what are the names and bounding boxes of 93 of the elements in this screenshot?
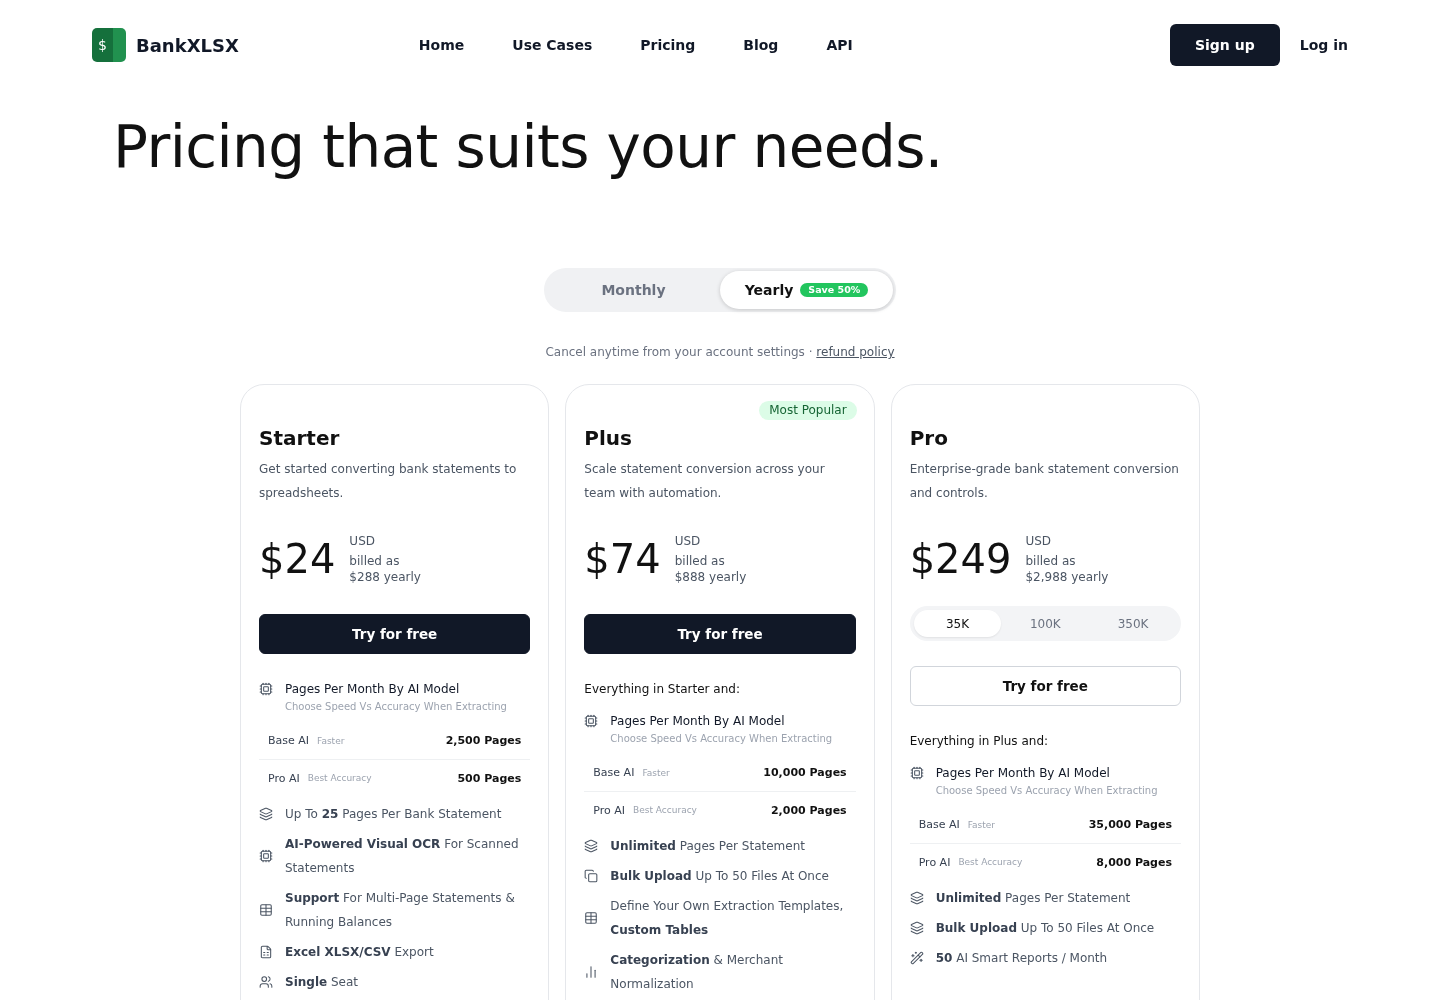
feature-subtitle: Choose Speed Vs Accuracy When Extracting <box>285 700 507 714</box>
spreadsheet-file-icon <box>259 945 273 959</box>
popular-badge: Most Popular <box>759 401 857 420</box>
feature-text: Bulk Upload Up To 50 Files At Once <box>935 920 1155 937</box>
feature-text: Bulk Upload Up To 50 Files At Once <box>610 868 829 885</box>
feature-title: Pages Per Month By AI Model <box>610 713 786 730</box>
refund-policy-link[interactable]: refund policy <box>816 345 895 359</box>
cancel-note: Cancel anytime from your account settings · refund policy <box>545 344 895 361</box>
price-amount: $74 <box>584 539 661 579</box>
chip-icon <box>909 766 924 780</box>
model-tag: Best Accuracy <box>307 773 372 783</box>
model-name: Pro AI <box>268 771 300 785</box>
try-button[interactable]: Try for free <box>259 614 531 654</box>
feature-text: Unlimited Pages Per Statement <box>610 838 805 855</box>
layers-icon <box>584 839 599 853</box>
model-name: Base AI <box>268 734 310 747</box>
users-icon <box>259 975 273 989</box>
chip-icon <box>259 682 273 696</box>
price-currency: USD <box>674 533 701 549</box>
billing-total: $888 yearly <box>674 569 747 585</box>
nav-link[interactable]: API <box>826 37 853 53</box>
volume-option[interactable]: 350K <box>1089 610 1177 637</box>
billing-text: billed as <box>349 553 400 569</box>
logo-mark: $ <box>92 28 126 62</box>
chip-icon <box>584 714 599 728</box>
model-tag: Best Accuracy <box>633 805 697 815</box>
feature-text: AI-Powered Visual OCR For Scanned Statements <box>285 836 520 877</box>
layers-icon <box>909 891 924 905</box>
copy-icon <box>584 869 599 883</box>
model-name: Base AI <box>918 818 960 831</box>
try-button[interactable]: Try for free <box>909 666 1181 706</box>
price-currency: USD <box>1025 533 1052 549</box>
model-name: Pro AI <box>593 803 626 817</box>
billing-total: $2,988 yearly <box>1025 569 1109 585</box>
save-badge: Save 50% <box>800 283 869 297</box>
billing-text: billed as <box>1025 553 1076 569</box>
volume-option[interactable]: 100K <box>1001 610 1090 637</box>
billing-option[interactable]: Monthly <box>547 271 720 309</box>
feature-text: Define Your Own Extraction Templates, Custom Tables <box>610 898 845 939</box>
model-tag: Faster <box>967 819 996 830</box>
page-title: Pricing that suits your needs. <box>113 112 944 182</box>
features-heading: Everything in Plus and: <box>909 733 1050 750</box>
feature-text: Single Seat <box>285 974 358 991</box>
price-amount: $249 <box>909 539 1012 579</box>
chip-icon <box>259 849 273 863</box>
model-pages: 2,500 Pages <box>445 734 522 747</box>
billing-text: billed as <box>674 553 725 569</box>
feature-text: Categorization & Merchant Normalization <box>610 952 784 993</box>
model-pages: 500 Pages <box>457 771 522 785</box>
feature-title: Pages Per Month By AI Model <box>285 681 461 698</box>
feature-subtitle: Choose Speed Vs Accuracy When Extracting <box>610 732 833 746</box>
try-button[interactable]: Try for free <box>584 614 856 654</box>
feature-text: Excel XLSX/CSV Export <box>285 944 434 961</box>
table-icon <box>259 903 273 917</box>
magic-wand-icon <box>909 951 924 965</box>
nav-link[interactable]: Blog <box>743 37 779 53</box>
plan-description: Scale statement conversion across your team with automation. <box>584 461 826 502</box>
model-name: Pro AI <box>918 855 951 869</box>
plan-title: Plus <box>584 426 633 450</box>
plan-title: Starter <box>259 426 341 450</box>
model-pages: 8,000 Pages <box>1096 855 1172 869</box>
brand-name: BankXLSX <box>136 34 239 56</box>
model-tag: Best Accuracy <box>958 857 1023 867</box>
billing-option[interactable]: Yearly Save 50% <box>720 271 893 309</box>
feature-text: Support For Multi-Page Statements & Running Balances <box>285 890 516 931</box>
feature-text: 50 AI Smart Reports / Month <box>935 950 1108 967</box>
layers-icon <box>909 921 924 935</box>
feature-subtitle: Choose Speed Vs Accuracy When Extracting <box>935 784 1158 798</box>
nav-link[interactable]: Home <box>418 37 465 53</box>
plan-description: Enterprise-grade bank statement conversion and controls. <box>909 461 1180 502</box>
model-pages: 2,000 Pages <box>770 803 847 817</box>
price-currency: USD <box>349 533 375 549</box>
feature-title: Pages Per Month By AI Model <box>935 765 1111 782</box>
table-icon <box>584 911 599 925</box>
model-pages: 10,000 Pages <box>763 766 847 779</box>
nav-link[interactable]: Use Cases <box>512 37 593 53</box>
model-tag: Faster <box>642 767 670 778</box>
volume-option[interactable]: 35K <box>913 610 1002 637</box>
price-amount: $24 <box>259 539 336 579</box>
sign-up-button[interactable]: Sign up <box>1169 24 1280 66</box>
model-pages: 35,000 Pages <box>1088 818 1172 831</box>
plan-description: Get started converting bank statements to spreadsheets. <box>259 461 518 502</box>
model-name: Base AI <box>593 766 635 779</box>
nav-link[interactable]: Pricing <box>640 37 696 53</box>
billing-total: $288 yearly <box>349 569 421 585</box>
model-tag: Faster <box>317 735 345 746</box>
bar-chart-icon <box>584 965 599 979</box>
plan-title: Pro <box>909 426 949 450</box>
feature-text: Up To 25 Pages Per Bank Statement <box>285 806 502 823</box>
features-heading: Everything in Starter and: <box>584 681 741 698</box>
layers-icon <box>259 807 273 821</box>
feature-text: Unlimited Pages Per Statement <box>935 890 1131 907</box>
log-in-link[interactable]: Log in <box>1299 37 1348 53</box>
